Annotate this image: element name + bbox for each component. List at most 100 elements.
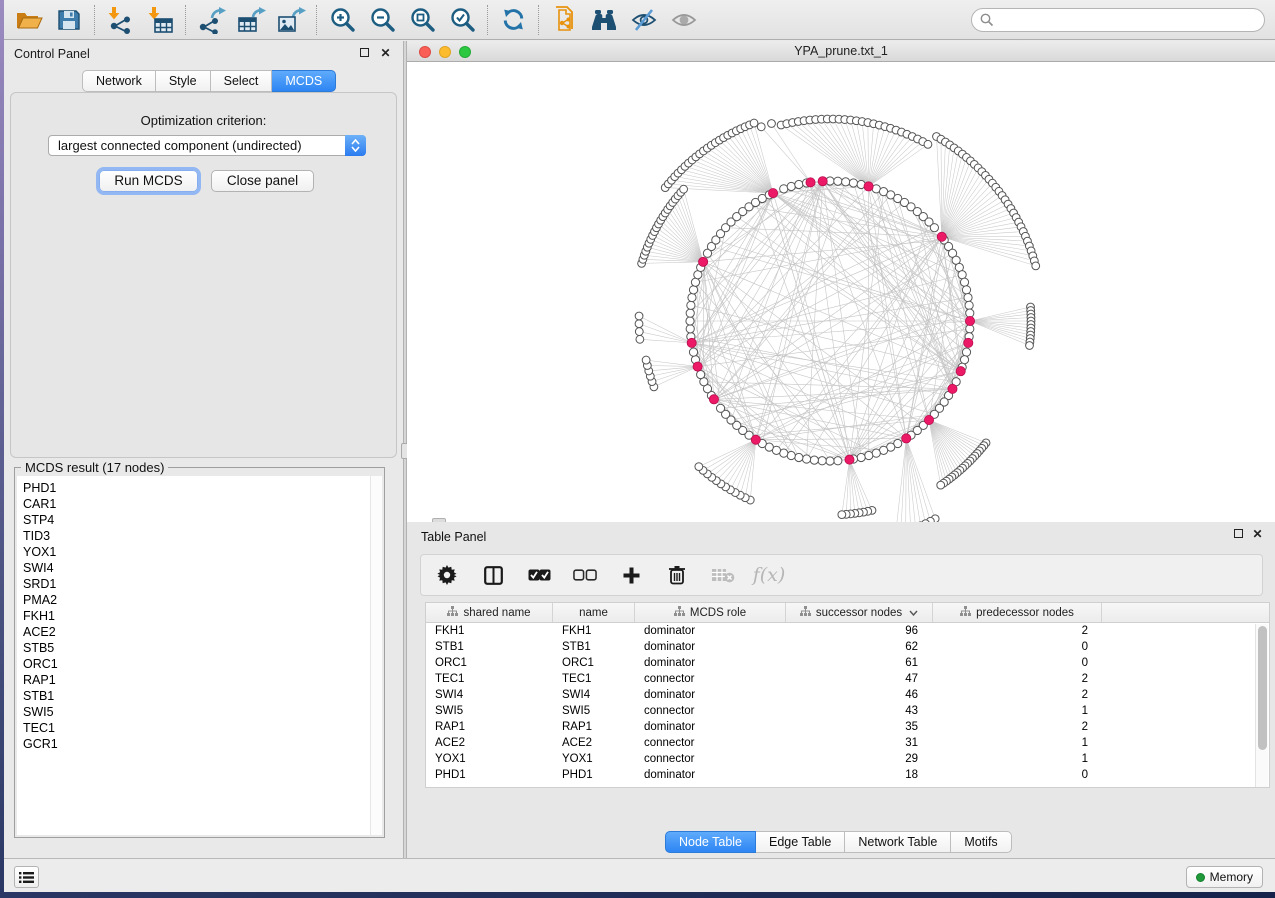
mcds-result-item[interactable]: STP4 <box>17 512 371 528</box>
table-cell: connector <box>635 703 786 719</box>
column-header-name[interactable]: name <box>553 603 635 622</box>
mcds-result-item[interactable]: YOX1 <box>17 544 371 560</box>
export-network-icon[interactable] <box>194 4 228 36</box>
table-cell: 0 <box>933 655 1102 671</box>
table-cell: FKH1 <box>553 623 635 639</box>
control-panel-title: Control Panel <box>14 47 90 61</box>
delete-column-icon[interactable] <box>665 563 689 587</box>
tab-network[interactable]: Network <box>82 70 156 92</box>
mcds-result-item[interactable]: ACE2 <box>17 624 371 640</box>
table-cell: PHD1 <box>426 767 553 783</box>
table-row[interactable]: YOX1YOX1connector291 <box>426 751 1269 767</box>
tab-mcds[interactable]: MCDS <box>272 70 336 92</box>
table-cell: 35 <box>786 719 933 735</box>
column-header-shared-name[interactable]: shared name <box>426 603 553 622</box>
table-settings-gear-icon[interactable] <box>435 563 459 587</box>
table-row[interactable]: PHD1PHD1dominator180 <box>426 767 1269 783</box>
column-visibility-icon[interactable] <box>481 563 505 587</box>
tab-network-table[interactable]: Network Table <box>845 831 951 853</box>
table-row[interactable]: SWI5SWI5connector431 <box>426 703 1269 719</box>
zoom-out-icon[interactable] <box>365 4 399 36</box>
refresh-view-icon[interactable] <box>496 4 530 36</box>
close-panel-button[interactable]: Close panel <box>211 170 314 192</box>
table-cell: connector <box>635 671 786 687</box>
show-panels-list-button[interactable] <box>14 866 39 888</box>
table-cell: ORC1 <box>426 655 553 671</box>
export-image-icon[interactable] <box>274 4 308 36</box>
memory-label: Memory <box>1210 870 1253 884</box>
zoom-in-icon[interactable] <box>325 4 359 36</box>
network-window-titlebar[interactable]: YPA_prune.txt_1 <box>407 41 1275 62</box>
main-toolbar <box>4 0 1275 40</box>
function-builder-disabled-icon: f(x) <box>757 563 781 587</box>
mcds-result-item[interactable]: STB5 <box>17 640 371 656</box>
status-bar: Memory <box>4 858 1275 892</box>
mcds-result-item[interactable]: TEC1 <box>17 720 371 736</box>
import-table-icon[interactable] <box>143 4 177 36</box>
table-cell: 31 <box>786 735 933 751</box>
scrollbar-thumb[interactable] <box>1258 626 1267 750</box>
network-from-selection-icon[interactable] <box>547 4 581 36</box>
mcds-result-item[interactable]: SRD1 <box>17 576 371 592</box>
mcds-result-item[interactable]: SWI4 <box>17 560 371 576</box>
tab-select[interactable]: Select <box>211 70 273 92</box>
table-cell: PHD1 <box>553 767 635 783</box>
column-header-MCDS-role[interactable]: MCDS role <box>635 603 786 622</box>
zoom-fit-icon[interactable] <box>405 4 439 36</box>
zoom-selected-icon[interactable] <box>445 4 479 36</box>
mcds-result-item[interactable]: STB1 <box>17 688 371 704</box>
open-file-icon[interactable] <box>12 4 46 36</box>
mcds-list-scrollbar[interactable] <box>370 476 382 835</box>
add-column-icon[interactable] <box>619 563 643 587</box>
select-all-rows-icon[interactable] <box>527 563 551 587</box>
table-scrollbar[interactable] <box>1255 624 1268 787</box>
tab-edge-table[interactable]: Edge Table <box>756 831 845 853</box>
control-panel: Control Panel ✕ NetworkStyleSelectMCDS O… <box>4 41 403 858</box>
optimization-criterion-select[interactable]: largest connected component (undirected) <box>48 135 366 156</box>
table-cell: ORC1 <box>553 655 635 671</box>
mcds-result-item[interactable]: SWI5 <box>17 704 371 720</box>
close-panel-icon[interactable]: ✕ <box>1251 528 1264 541</box>
mcds-result-item[interactable]: FKH1 <box>17 608 371 624</box>
run-mcds-button[interactable]: Run MCDS <box>99 170 198 192</box>
table-row[interactable]: FKH1FKH1dominator962 <box>426 623 1269 639</box>
table-row[interactable]: RAP1RAP1dominator352 <box>426 719 1269 735</box>
hide-selected-icon[interactable] <box>627 4 661 36</box>
float-panel-icon[interactable] <box>358 47 371 60</box>
deselect-all-rows-icon[interactable] <box>573 563 597 587</box>
mcds-result-list[interactable]: PHD1CAR1STP4TID3YOX1SWI4SRD1PMA2FKH1ACE2… <box>17 476 372 835</box>
table-cell: SWI4 <box>426 687 553 703</box>
column-header-predecessor-nodes[interactable]: predecessor nodes <box>933 603 1102 622</box>
table-row[interactable]: ORC1ORC1dominator610 <box>426 655 1269 671</box>
mcds-result-item[interactable]: PHD1 <box>17 476 371 496</box>
table-row[interactable]: SWI4SWI4dominator462 <box>426 687 1269 703</box>
mcds-result-item[interactable]: PMA2 <box>17 592 371 608</box>
network-view-window: YPA_prune.txt_1 <box>407 41 1275 560</box>
search-binoculars-icon[interactable] <box>587 4 621 36</box>
table-cell: 1 <box>933 735 1102 751</box>
close-panel-icon[interactable]: ✕ <box>379 47 392 60</box>
export-table-icon[interactable] <box>234 4 268 36</box>
table-row[interactable]: ACE2ACE2connector311 <box>426 735 1269 751</box>
tab-style[interactable]: Style <box>156 70 211 92</box>
mcds-result-item[interactable]: GCR1 <box>17 736 371 752</box>
show-all-icon[interactable] <box>667 4 701 36</box>
tab-node-table[interactable]: Node Table <box>665 831 756 853</box>
network-canvas[interactable] <box>407 62 1275 560</box>
column-header-successor-nodes[interactable]: successor nodes <box>786 603 933 622</box>
mcds-result-item[interactable]: ORC1 <box>17 656 371 672</box>
mcds-result-item[interactable]: RAP1 <box>17 672 371 688</box>
shared-column-icon <box>447 606 458 620</box>
memory-button[interactable]: Memory <box>1186 866 1263 888</box>
node-table: shared namenameMCDS rolesuccessor nodesp… <box>425 602 1270 788</box>
table-cell: connector <box>635 735 786 751</box>
table-row[interactable]: TEC1TEC1connector472 <box>426 671 1269 687</box>
save-session-icon[interactable] <box>52 4 86 36</box>
table-row[interactable]: STB1STB1dominator620 <box>426 639 1269 655</box>
import-network-icon[interactable] <box>103 4 137 36</box>
mcds-result-item[interactable]: TID3 <box>17 528 371 544</box>
mcds-result-item[interactable]: CAR1 <box>17 496 371 512</box>
float-panel-icon[interactable] <box>1232 528 1245 541</box>
search-input[interactable] <box>971 8 1265 32</box>
tab-motifs[interactable]: Motifs <box>951 831 1011 853</box>
